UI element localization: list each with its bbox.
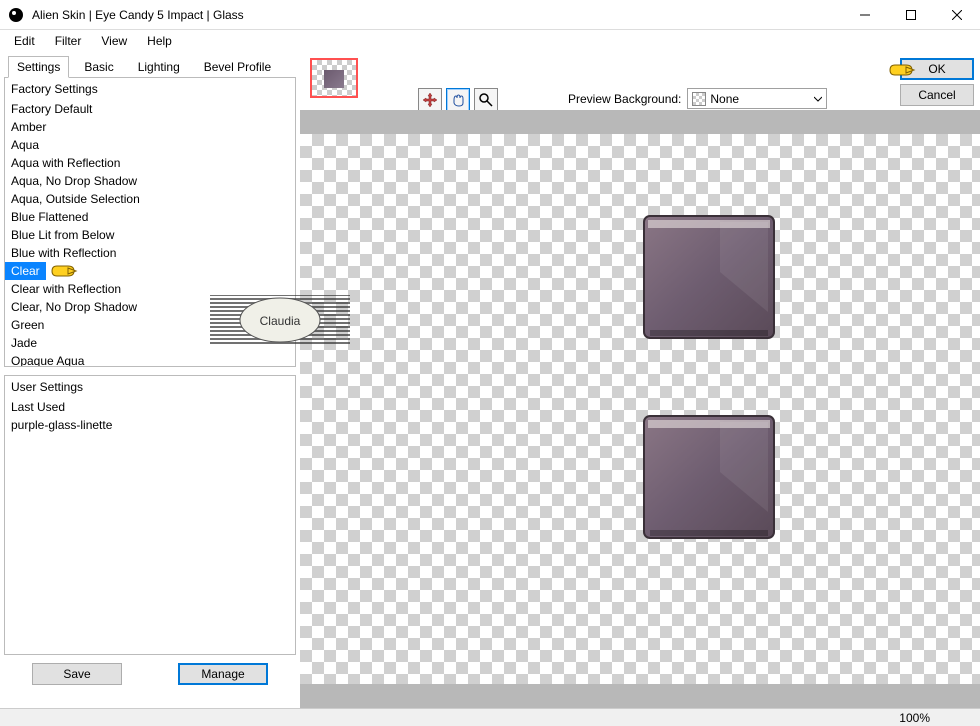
magnifier-icon (478, 92, 494, 108)
list-item[interactable]: Clear (5, 262, 46, 280)
preview-background-label: Preview Background: (568, 92, 681, 106)
menu-help[interactable]: Help (139, 32, 180, 50)
list-item[interactable]: Amber (5, 118, 52, 136)
menu-filter[interactable]: Filter (47, 32, 90, 50)
list-item[interactable]: Blue with Reflection (5, 244, 122, 262)
tab-settings[interactable]: Settings (8, 56, 69, 78)
transparency-swatch-icon (692, 92, 706, 106)
menubar: Edit Filter View Help (0, 30, 980, 52)
save-button[interactable]: Save (32, 663, 122, 685)
preview-background-value: None (710, 92, 739, 106)
list-item[interactable]: Aqua, No Drop Shadow (5, 172, 143, 190)
menu-view[interactable]: View (93, 32, 135, 50)
titlebar: Alien Skin | Eye Candy 5 Impact | Glass (0, 0, 980, 30)
preview-object-1 (640, 212, 778, 342)
ok-button[interactable]: OK (900, 58, 974, 80)
tab-basic[interactable]: Basic (75, 56, 122, 78)
manage-button[interactable]: Manage (178, 663, 268, 685)
list-item[interactable]: Blue Lit from Below (5, 226, 120, 244)
tab-bevel-profile[interactable]: Bevel Profile (195, 56, 280, 78)
move-arrows-icon (422, 92, 438, 108)
list-item[interactable]: Last Used (5, 398, 295, 416)
list-item[interactable]: Factory Default (5, 100, 98, 118)
menu-edit[interactable]: Edit (6, 32, 43, 50)
close-button[interactable] (934, 0, 980, 29)
minimize-button[interactable] (842, 0, 888, 29)
list-item[interactable]: Aqua (5, 136, 45, 154)
zoom-tool[interactable] (474, 88, 498, 112)
pointing-hand-icon (50, 262, 78, 280)
preview-area (300, 110, 980, 708)
factory-settings-list[interactable]: Factory Settings Factory DefaultAmberAqu… (4, 77, 296, 367)
user-settings-list[interactable]: User Settings Last Usedpurple-glass-line… (4, 375, 296, 655)
pointing-hand-icon (888, 61, 916, 79)
cancel-button[interactable]: Cancel (900, 84, 974, 106)
preview-background-select[interactable]: None (687, 88, 827, 109)
list-item[interactable]: purple-glass-linette (5, 416, 295, 434)
window-title: Alien Skin | Eye Candy 5 Impact | Glass (32, 8, 842, 22)
chevron-down-icon (814, 95, 822, 103)
list-item[interactable]: Clear, No Drop Shadow (5, 298, 143, 316)
list-item[interactable]: Green (5, 316, 50, 334)
list-item[interactable]: Aqua with Reflection (5, 154, 126, 172)
zoom-level: 100% (899, 711, 930, 725)
factory-settings-header: Factory Settings (5, 78, 295, 100)
maximize-button[interactable] (888, 0, 934, 29)
move-preview-tool[interactable] (418, 88, 442, 112)
user-settings-header: User Settings (5, 376, 295, 398)
preview-canvas[interactable] (300, 134, 980, 684)
list-item[interactable]: Blue Flattened (5, 208, 94, 226)
settings-tabs: Settings Basic Lighting Bevel Profile (4, 56, 296, 78)
preview-top-border (300, 110, 980, 134)
list-item[interactable]: Clear with Reflection (5, 280, 127, 298)
ok-button-label: OK (928, 62, 945, 76)
tab-lighting[interactable]: Lighting (129, 56, 189, 78)
hand-icon (450, 92, 466, 108)
app-icon (8, 7, 24, 23)
status-bar: 100% (0, 708, 980, 726)
preview-bottom-border (300, 684, 980, 708)
pan-tool[interactable] (446, 88, 470, 112)
preview-object-2 (640, 412, 778, 542)
list-item[interactable]: Opaque Aqua (5, 352, 90, 367)
list-item[interactable]: Jade (5, 334, 43, 352)
navigator-thumbnail[interactable] (310, 58, 358, 98)
list-item[interactable]: Aqua, Outside Selection (5, 190, 146, 208)
